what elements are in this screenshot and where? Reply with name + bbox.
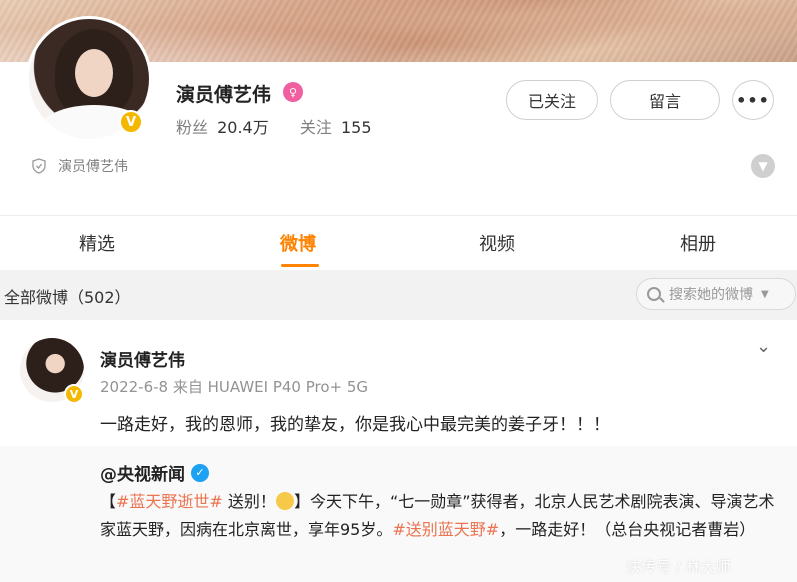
tab-album[interactable]: 相册 — [680, 230, 716, 256]
followed-button[interactable]: 已关注 — [506, 80, 598, 120]
message-button[interactable]: 留言 — [610, 80, 720, 120]
hashtag-link[interactable]: #蓝天野逝世# — [116, 492, 223, 511]
crying-emoji-icon — [275, 492, 294, 510]
post-text: 一路走好，我的恩师，我的挚友，你是我心中最完美的姜子牙！！！ — [100, 415, 610, 435]
search-icon — [647, 287, 661, 301]
post-meta: 2022-6-8 来自 HUAWEI P40 Pro+ 5G — [100, 378, 369, 396]
shield-icon — [32, 158, 46, 174]
verified-badge-icon: V — [64, 384, 84, 404]
avatar-face — [75, 49, 113, 97]
profile-name: 演员傅艺伟 — [176, 84, 272, 106]
fans-count[interactable]: 20.4万 — [217, 118, 269, 137]
search-placeholder: 搜索她的微博 — [669, 287, 753, 303]
chevron-down-icon: ▼ — [761, 288, 769, 300]
more-options-button[interactable]: ••• — [732, 80, 774, 120]
post-menu-chevron-icon[interactable]: ⌄ — [756, 336, 771, 357]
fans-label: 粉丝 — [176, 118, 209, 137]
repost-text-3: ，一路走好！（总台央视记者曹岩） — [499, 520, 756, 539]
all-posts-count[interactable]: 全部微博（502） — [4, 284, 131, 308]
watermark: 快传号 / 林大师 — [626, 558, 731, 576]
filter-bar: 全部微博（502） 搜索她的微博 ▼ — [0, 270, 797, 320]
tab-video[interactable]: 视频 — [479, 230, 515, 256]
verification-text: 演员傅艺伟 — [58, 159, 128, 175]
vip-badge-icon: ♀ — [283, 82, 303, 102]
verified-badge-icon: V — [119, 110, 143, 134]
active-tab-indicator — [281, 264, 319, 267]
search-input[interactable]: 搜索她的微博 ▼ — [636, 278, 796, 310]
repost-author[interactable]: @央视新闻 ✓ — [100, 460, 209, 485]
repost-text-1: 送别！ — [222, 492, 276, 511]
repost-body: 【#蓝天野逝世# 送别！ 】今天下午，“七一勋章”获得者，北京人民艺术剧院表演、导… — [100, 488, 790, 544]
profile-stats: 粉丝 20.4万 关注 155 — [176, 114, 376, 138]
follow-label: 关注 — [299, 118, 332, 137]
post-author[interactable]: 演员傅艺伟 — [100, 346, 185, 371]
post-card: V 演员傅艺伟 2022-6-8 来自 HUAWEI P40 Pro+ 5G ⌄… — [0, 320, 797, 582]
hashtag-link[interactable]: #送别蓝天野# — [392, 520, 499, 539]
tab-featured[interactable]: 精选 — [79, 230, 115, 256]
follow-count[interactable]: 155 — [341, 118, 372, 137]
verification-info: 演员傅艺伟 — [32, 156, 128, 176]
expand-chevron-icon[interactable]: ▼ — [751, 154, 775, 178]
blue-verified-icon: ✓ — [191, 463, 209, 482]
bracket-open: 【 — [100, 492, 117, 511]
profile-tabs: 精选 微博 视频 相册 — [0, 216, 797, 270]
repost-author-name[interactable]: @央视新闻 — [100, 460, 185, 485]
tab-weibo[interactable]: 微博 — [280, 230, 316, 256]
